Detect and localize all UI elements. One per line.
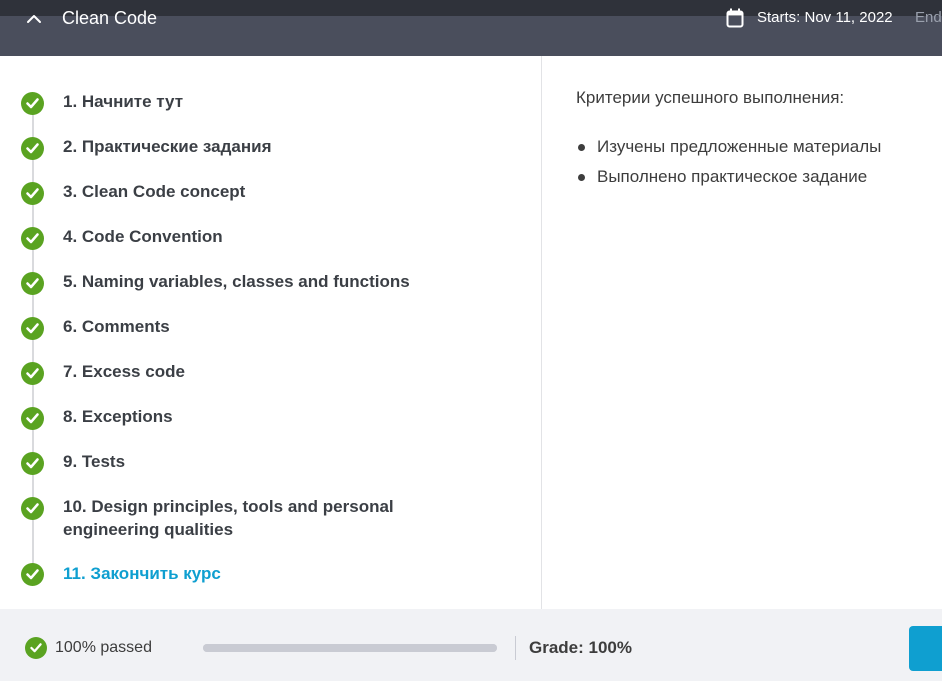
check-circle-icon [21, 182, 44, 205]
course-title: Clean Code [62, 8, 158, 28]
step-label: 1. Начните тут [63, 92, 184, 111]
check-circle-icon [21, 362, 44, 385]
step-label: 10. Design principles, tools and persona… [63, 497, 394, 539]
check-circle-icon [21, 227, 44, 250]
chevron-up-icon[interactable] [24, 10, 44, 26]
step-label: 6. Comments [63, 317, 170, 336]
criteria-list: Изучены предложенные материалы Выполнено… [576, 132, 881, 192]
check-circle-icon [21, 272, 44, 295]
check-circle-icon [21, 137, 44, 160]
check-circle-icon [21, 317, 44, 340]
step-label: 11. Закончить курс [63, 564, 221, 583]
check-circle-icon [21, 452, 44, 475]
criteria-title: Критерии успешного выполнения: [576, 88, 845, 107]
passed-status: 100% passed [55, 639, 152, 656]
continue-button[interactable] [909, 626, 942, 671]
check-circle-icon [21, 92, 44, 115]
course-header: Clean Code Starts: Nov 11, 2022 End [0, 0, 942, 56]
panel-divider [541, 56, 542, 609]
step-label: 9. Tests [63, 452, 126, 471]
step-label: 2. Практические задания [63, 137, 272, 156]
criteria-item: Изучены предложенные материалы [576, 132, 881, 162]
end-date: End [915, 9, 942, 26]
criteria-item: Выполнено практическое задание [576, 162, 881, 192]
check-circle-icon [21, 407, 44, 430]
step-label: 7. Excess code [63, 362, 185, 381]
footer-divider [515, 636, 516, 660]
step-label: 8. Exceptions [63, 407, 173, 426]
progress-bar-fill [203, 644, 497, 652]
calendar-icon [726, 8, 744, 28]
check-circle-icon [21, 497, 44, 520]
step-label: 5. Naming variables, classes and functio… [63, 272, 410, 291]
check-circle-icon [21, 563, 44, 586]
start-date: Starts: Nov 11, 2022 [757, 9, 893, 26]
check-circle-icon [25, 637, 47, 659]
grade-label: Grade: 100% [529, 638, 632, 657]
progress-bar [203, 644, 497, 652]
step-label: 4. Code Convention [63, 227, 223, 246]
step-label: 3. Clean Code concept [63, 182, 246, 201]
